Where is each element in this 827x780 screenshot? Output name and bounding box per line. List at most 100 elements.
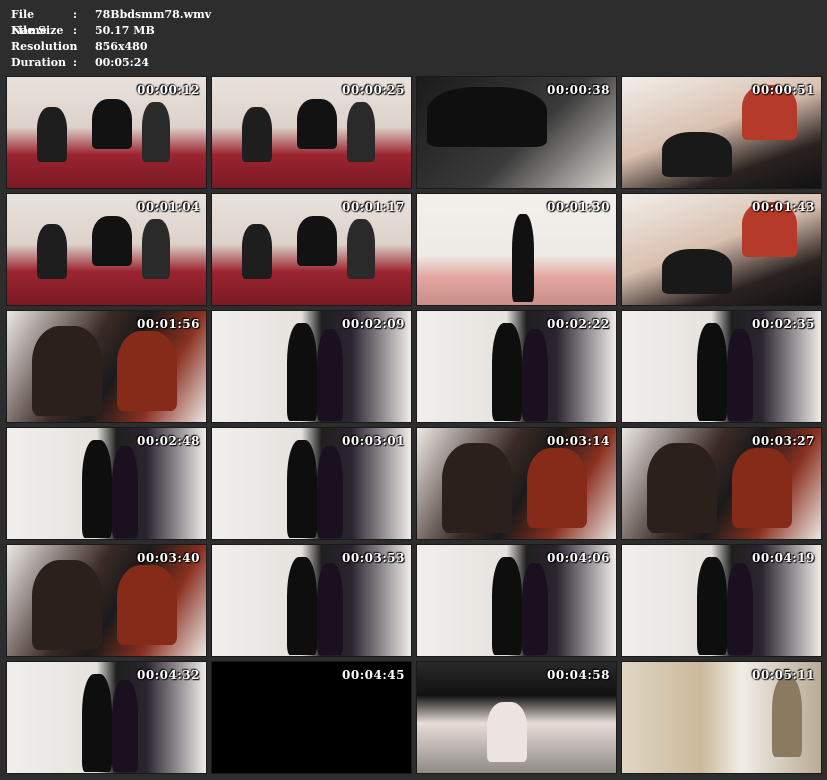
video-thumbnail[interactable]: 00:03:01 xyxy=(211,427,412,540)
video-thumbnail[interactable]: 00:03:53 xyxy=(211,544,412,657)
thumbnail-timestamp: 00:00:38 xyxy=(547,83,610,97)
figure-silhouette xyxy=(92,216,132,266)
figure-silhouette xyxy=(427,87,547,147)
thumbnail-timestamp: 00:04:32 xyxy=(137,668,200,682)
figure-silhouette xyxy=(117,331,177,411)
resolution-value: 856x480 xyxy=(95,40,148,53)
video-thumbnail[interactable]: 00:03:14 xyxy=(416,427,617,540)
resolution-row: Resolution : 856x480 xyxy=(11,39,211,55)
video-thumbnail[interactable]: 00:02:48 xyxy=(6,427,207,540)
figure-silhouette xyxy=(522,563,548,655)
thumbnail-timestamp: 00:03:53 xyxy=(342,551,405,565)
duration-value: 00:05:24 xyxy=(95,56,150,69)
figure-silhouette xyxy=(297,216,337,266)
thumbnail-timestamp: 00:02:09 xyxy=(342,317,405,331)
figure-silhouette xyxy=(112,446,138,538)
figure-silhouette xyxy=(82,440,112,538)
video-thumbnail[interactable]: 00:04:45 xyxy=(211,661,412,774)
figure-silhouette xyxy=(492,557,522,655)
thumbnail-timestamp: 00:04:19 xyxy=(752,551,815,565)
video-thumbnail[interactable]: 00:00:51 xyxy=(621,76,822,189)
figure-silhouette xyxy=(37,224,67,279)
figure-silhouette xyxy=(297,99,337,149)
figure-silhouette xyxy=(662,132,732,177)
figure-silhouette xyxy=(92,99,132,149)
figure-silhouette xyxy=(242,107,272,162)
video-thumbnail[interactable]: 00:00:12 xyxy=(6,76,207,189)
figure-silhouette xyxy=(727,563,753,655)
video-thumbnail[interactable]: 00:01:04 xyxy=(6,193,207,306)
file-size-row: File Size : 50.17 MB xyxy=(11,23,211,39)
thumbnail-timestamp: 00:02:48 xyxy=(137,434,200,448)
video-thumbnail[interactable]: 00:01:30 xyxy=(416,193,617,306)
figure-silhouette xyxy=(287,557,317,655)
thumbnail-timestamp: 00:01:04 xyxy=(137,200,200,214)
figure-silhouette xyxy=(347,102,375,162)
video-thumbnail[interactable]: 00:04:06 xyxy=(416,544,617,657)
video-thumbnail[interactable]: 00:00:38 xyxy=(416,76,617,189)
video-thumbnail[interactable]: 00:01:43 xyxy=(621,193,822,306)
thumbnail-timestamp: 00:01:43 xyxy=(752,200,815,214)
video-thumbnail[interactable]: 00:02:35 xyxy=(621,310,822,423)
thumbnail-timestamp: 00:04:06 xyxy=(547,551,610,565)
figure-silhouette xyxy=(317,329,343,421)
figure-silhouette xyxy=(242,224,272,279)
thumbnail-timestamp: 00:02:35 xyxy=(752,317,815,331)
file-name-row: File Name : 78Bbdsmm78.wmv xyxy=(11,7,212,37)
file-size-value: 50.17 MB xyxy=(95,24,155,37)
thumbnail-timestamp: 00:01:30 xyxy=(547,200,610,214)
thumbnail-timestamp: 00:04:45 xyxy=(342,668,405,682)
file-name-label: File Name xyxy=(11,8,47,37)
figure-silhouette xyxy=(442,443,512,533)
separator: : xyxy=(73,40,78,53)
figure-silhouette xyxy=(317,446,343,538)
figure-silhouette xyxy=(37,107,67,162)
figure-silhouette xyxy=(772,677,802,757)
video-thumbnail[interactable]: 00:01:17 xyxy=(211,193,412,306)
figure-silhouette xyxy=(287,440,317,538)
separator: : xyxy=(73,24,78,37)
video-thumbnail[interactable]: 00:04:32 xyxy=(6,661,207,774)
thumbnail-timestamp: 00:02:22 xyxy=(547,317,610,331)
figure-silhouette xyxy=(347,219,375,279)
figure-silhouette xyxy=(732,448,792,528)
thumbnail-timestamp: 00:00:25 xyxy=(342,83,405,97)
video-thumbnail[interactable]: 00:00:25 xyxy=(211,76,412,189)
figure-silhouette xyxy=(82,674,112,772)
figure-silhouette xyxy=(522,329,548,421)
figure-silhouette xyxy=(317,563,343,655)
thumbnail-timestamp: 00:01:56 xyxy=(137,317,200,331)
video-thumbnail[interactable]: 00:04:19 xyxy=(621,544,822,657)
figure-silhouette xyxy=(697,323,727,421)
figure-silhouette xyxy=(492,323,522,421)
file-info-panel: File Name : 78Bbdsmm78.wmv File Size : 5… xyxy=(11,7,211,71)
thumbnail-timestamp: 00:00:51 xyxy=(752,83,815,97)
video-thumbnail[interactable]: 00:05:11 xyxy=(621,661,822,774)
file-size-label: File Size xyxy=(11,24,64,37)
video-thumbnail[interactable]: 00:02:22 xyxy=(416,310,617,423)
figure-silhouette xyxy=(142,102,170,162)
video-thumbnail[interactable]: 00:01:56 xyxy=(6,310,207,423)
resolution-label: Resolution xyxy=(11,40,78,53)
figure-silhouette xyxy=(527,448,587,528)
thumbnail-timestamp: 00:04:58 xyxy=(547,668,610,682)
thumbnail-timestamp: 00:03:27 xyxy=(752,434,815,448)
figure-silhouette xyxy=(647,443,717,533)
duration-label: Duration xyxy=(11,56,67,69)
thumbnail-timestamp: 00:03:40 xyxy=(137,551,200,565)
file-name-value: 78Bbdsmm78.wmv xyxy=(95,8,212,21)
figure-silhouette xyxy=(697,557,727,655)
thumbnail-timestamp: 00:03:14 xyxy=(547,434,610,448)
thumbnail-timestamp: 00:00:12 xyxy=(137,83,200,97)
separator: : xyxy=(73,8,78,21)
video-thumbnail[interactable]: 00:02:09 xyxy=(211,310,412,423)
video-thumbnail[interactable]: 00:03:27 xyxy=(621,427,822,540)
figure-silhouette xyxy=(32,326,102,416)
video-thumbnail[interactable]: 00:03:40 xyxy=(6,544,207,657)
figure-silhouette xyxy=(487,702,527,762)
thumbnail-timestamp: 00:01:17 xyxy=(342,200,405,214)
duration-row: Duration : 00:05:24 xyxy=(11,55,211,71)
video-thumbnail[interactable]: 00:04:58 xyxy=(416,661,617,774)
figure-silhouette xyxy=(117,565,177,645)
figure-silhouette xyxy=(512,214,534,302)
